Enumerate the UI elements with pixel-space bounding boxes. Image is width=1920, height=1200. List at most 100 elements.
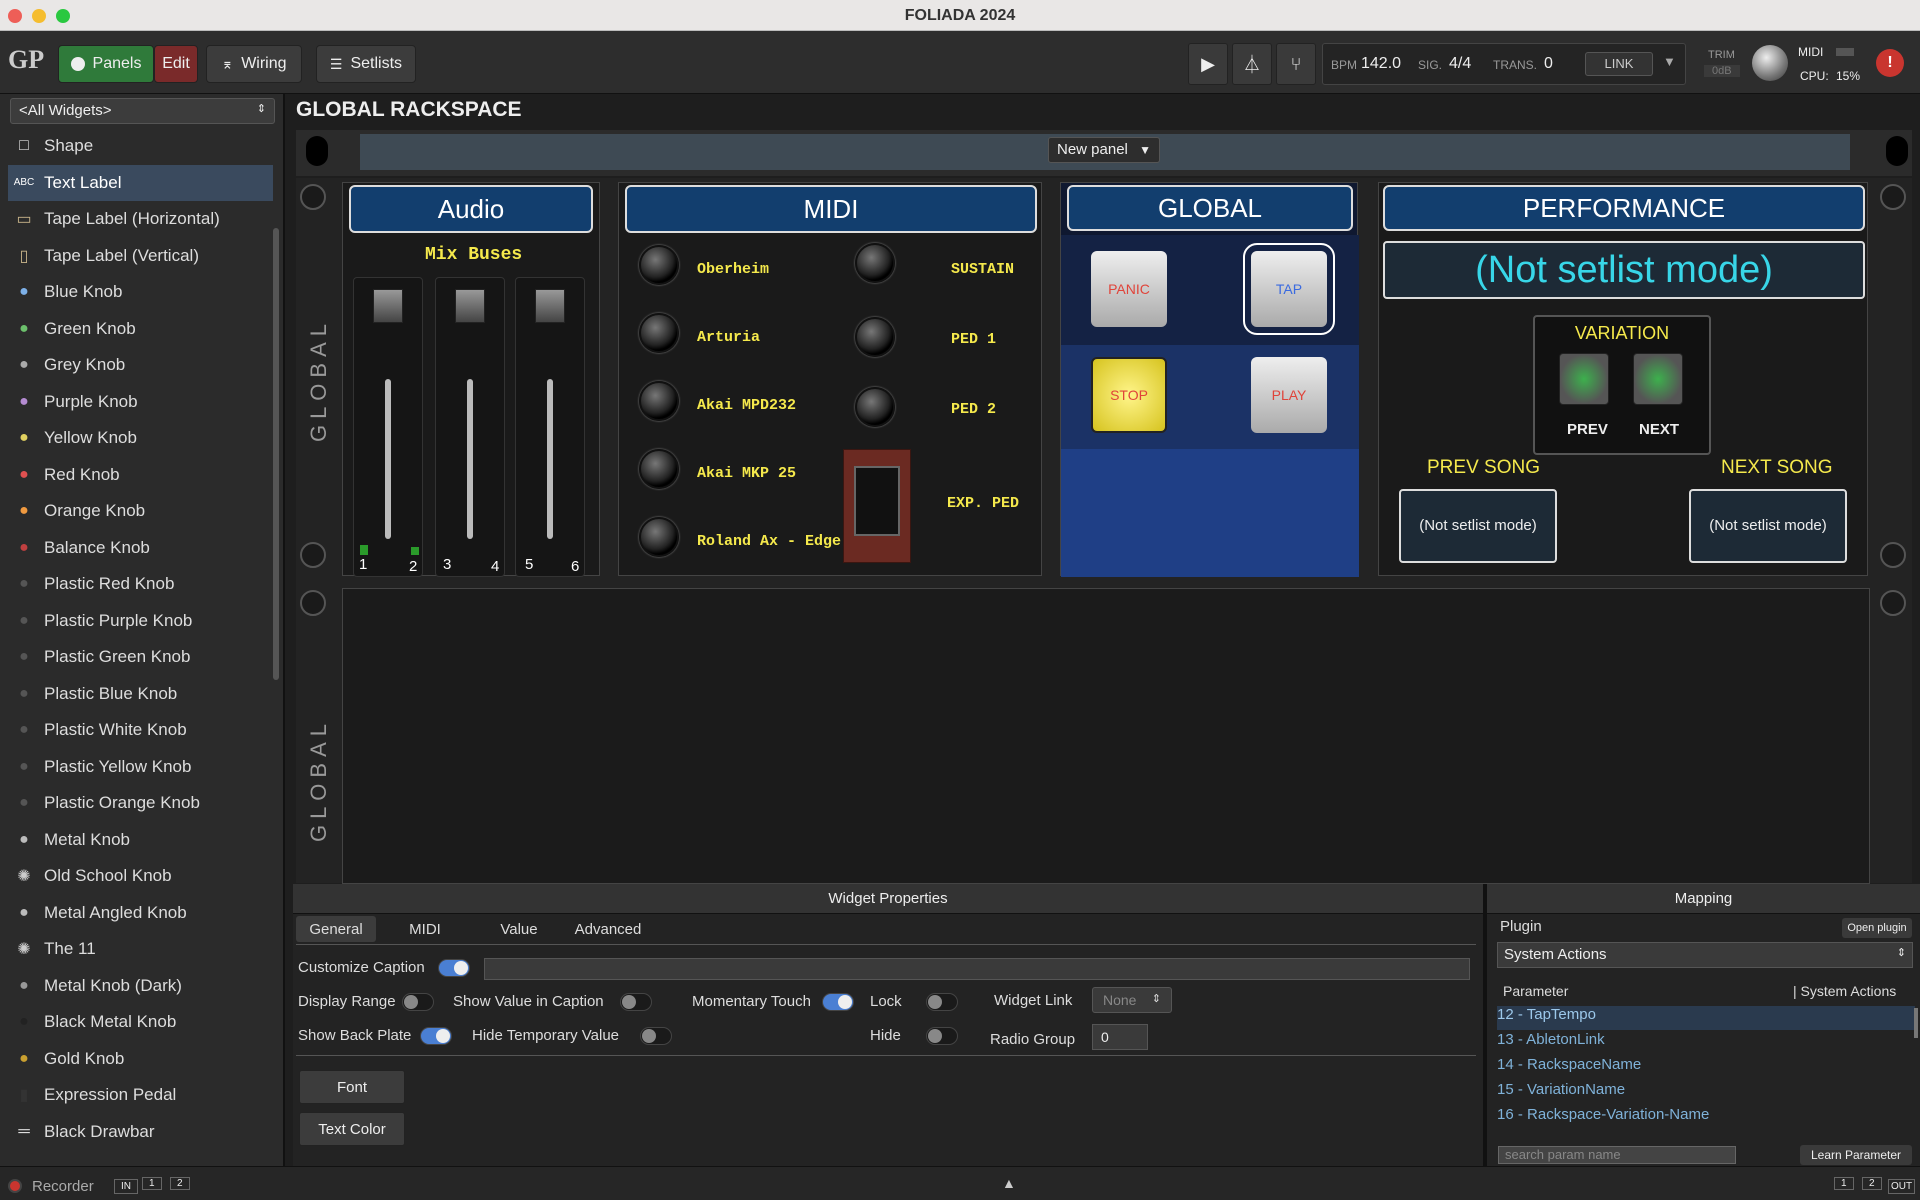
tab-value[interactable]: Value bbox=[484, 916, 554, 942]
learn-parameter-button[interactable]: Learn Parameter bbox=[1800, 1145, 1912, 1165]
next-variation-button[interactable] bbox=[1633, 353, 1683, 405]
display-range-toggle[interactable] bbox=[402, 993, 434, 1011]
expression-pedal[interactable] bbox=[843, 449, 911, 563]
panic-button[interactable]: PANIC bbox=[1091, 251, 1167, 327]
sidebar-widget-item[interactable]: ● Orange Knob bbox=[8, 493, 273, 529]
sidebar-widget-item[interactable]: ● Plastic Yellow Knob bbox=[8, 749, 273, 785]
midi-device-knob[interactable] bbox=[639, 517, 679, 557]
midi-device-knob[interactable] bbox=[639, 449, 679, 489]
sidebar-widget-item[interactable]: ● Green Knob bbox=[8, 311, 273, 347]
sidebar-widget-item[interactable]: ● Balance Knob bbox=[8, 530, 273, 566]
sidebar-widget-item[interactable]: ● Blue Knob bbox=[8, 274, 273, 310]
show-value-toggle[interactable] bbox=[620, 993, 652, 1011]
sidebar-widget-item[interactable]: ● Purple Knob bbox=[8, 384, 273, 420]
parameter-list-item[interactable]: 13 - AbletonLink bbox=[1497, 1031, 1915, 1055]
sidebar-widget-item[interactable]: ● Gold Knob bbox=[8, 1041, 273, 1077]
sidebar-widget-item[interactable]: ● Plastic White Knob bbox=[8, 712, 273, 748]
performance-title[interactable]: PERFORMANCE bbox=[1383, 185, 1865, 231]
setlists-button[interactable]: ☰ Setlists bbox=[316, 45, 416, 83]
level-meter bbox=[467, 379, 473, 539]
sidebar-widget-item[interactable]: ● Plastic Red Knob bbox=[8, 566, 273, 602]
play-button[interactable]: ▶ bbox=[1188, 43, 1228, 85]
edit-button[interactable]: Edit bbox=[154, 45, 198, 83]
prev-song-button[interactable]: (Not setlist mode) bbox=[1399, 489, 1557, 563]
metronome-button[interactable]: ⏃ bbox=[1232, 43, 1272, 85]
parameter-list-item[interactable]: 15 - VariationName bbox=[1497, 1081, 1915, 1105]
sidebar-widget-item[interactable]: ● Grey Knob bbox=[8, 347, 273, 383]
alert-button[interactable]: ! bbox=[1876, 49, 1904, 77]
midi-device-knob[interactable] bbox=[639, 313, 679, 353]
sidebar-widget-item[interactable]: ● Plastic Purple Knob bbox=[8, 603, 273, 639]
record-icon[interactable] bbox=[8, 1179, 22, 1193]
sidebar-widget-item[interactable]: ● Red Knob bbox=[8, 457, 273, 493]
midi-device-knob[interactable] bbox=[639, 245, 679, 285]
sidebar-widget-item[interactable]: ● Metal Knob bbox=[8, 822, 273, 858]
wiring-button[interactable]: ⌆ Wiring bbox=[206, 45, 302, 83]
midi-device-knob[interactable] bbox=[639, 381, 679, 421]
show-back-plate-toggle[interactable] bbox=[420, 1027, 452, 1045]
sidebar-widget-item[interactable]: ● Plastic Green Knob bbox=[8, 639, 273, 675]
widget-filter-select[interactable]: <All Widgets> ⇕ bbox=[10, 98, 275, 124]
stop-button[interactable]: STOP bbox=[1091, 357, 1167, 433]
sidebar-widget-item[interactable]: ● Black Metal Knob bbox=[8, 1004, 273, 1040]
momentary-touch-toggle[interactable] bbox=[822, 993, 854, 1011]
audio-title[interactable]: Audio bbox=[349, 185, 593, 233]
sidebar-widget-item[interactable]: ● Plastic Blue Knob bbox=[8, 676, 273, 712]
pedal-knob[interactable] bbox=[855, 387, 895, 427]
fader-cap[interactable] bbox=[373, 289, 403, 323]
expand-panel-icon[interactable]: ▲ bbox=[1002, 1175, 1016, 1191]
bpm-value[interactable]: 142.0 bbox=[1361, 55, 1401, 73]
caption-input[interactable] bbox=[484, 958, 1470, 980]
new-panel-dropdown[interactable]: New panel ▼ bbox=[1048, 137, 1160, 163]
sidebar-widget-item[interactable]: ▮ Expression Pedal bbox=[8, 1077, 273, 1113]
tuner-button[interactable]: ⑂ bbox=[1276, 43, 1316, 85]
sidebar-widget-item[interactable]: ● Yellow Knob bbox=[8, 420, 273, 456]
sidebar-widget-item[interactable]: ═ Black Drawbar bbox=[8, 1114, 273, 1150]
parameter-list-item[interactable]: 14 - RackspaceName bbox=[1497, 1056, 1915, 1080]
text-color-button[interactable]: Text Color bbox=[299, 1112, 405, 1146]
sidebar-widget-item[interactable]: ABC Text Label bbox=[8, 164, 273, 201]
pedal-knob[interactable] bbox=[855, 243, 895, 283]
prev-variation-button[interactable] bbox=[1559, 353, 1609, 405]
tab-midi[interactable]: MIDI bbox=[390, 916, 460, 942]
global-title[interactable]: GLOBAL bbox=[1067, 185, 1353, 231]
sidebar-widget-item[interactable]: ● Metal Angled Knob bbox=[8, 895, 273, 931]
parameter-list-item[interactable]: 12 - TapTempo bbox=[1497, 1006, 1915, 1030]
next-song-button[interactable]: (Not setlist mode) bbox=[1689, 489, 1847, 563]
fader-cap[interactable] bbox=[455, 289, 485, 323]
hide-temp-toggle[interactable] bbox=[640, 1027, 672, 1045]
sidebar-scrollbar[interactable] bbox=[273, 228, 279, 680]
plugin-select[interactable]: System Actions ⇕ bbox=[1497, 942, 1913, 968]
sidebar-widget-item[interactable]: ✺ The 11 bbox=[8, 931, 273, 967]
pedal-knob[interactable] bbox=[855, 317, 895, 357]
sidebar-widget-item[interactable]: ● Metal Knob (Dark) bbox=[8, 968, 273, 1004]
sidebar-widget-item[interactable]: ● Plastic Orange Knob bbox=[8, 785, 273, 821]
widget-link-select[interactable]: None ⇕ bbox=[1092, 987, 1172, 1013]
fader-cap[interactable] bbox=[535, 289, 565, 323]
sidebar-widget-item[interactable]: ▯ Tape Label (Vertical) bbox=[8, 238, 273, 274]
customize-caption-toggle[interactable] bbox=[438, 959, 470, 977]
recorder-label: Recorder bbox=[32, 1178, 94, 1195]
panels-button[interactable]: Panels bbox=[58, 45, 154, 83]
trim-knob[interactable] bbox=[1752, 45, 1788, 81]
font-button[interactable]: Font bbox=[299, 1070, 405, 1104]
play-control-button[interactable]: PLAY bbox=[1251, 357, 1327, 433]
tab-general[interactable]: General bbox=[296, 916, 376, 942]
signature-value[interactable]: 4/4 bbox=[1449, 55, 1471, 73]
parameter-scrollbar[interactable] bbox=[1914, 1008, 1918, 1038]
transpose-value[interactable]: 0 bbox=[1544, 55, 1553, 73]
parameter-list-item[interactable]: 16 - Rackspace-Variation-Name bbox=[1497, 1106, 1915, 1130]
sidebar-widget-item[interactable]: ✺ Old School Knob bbox=[8, 858, 273, 894]
sidebar-widget-item[interactable]: □ Shape bbox=[8, 128, 273, 164]
open-plugin-button[interactable]: Open plugin bbox=[1842, 918, 1912, 938]
sidebar-widget-item[interactable]: ▭ Tape Label (Horizontal) bbox=[8, 201, 273, 237]
link-dropdown-icon[interactable]: ▼ bbox=[1663, 54, 1676, 69]
radio-group-input[interactable]: 0 bbox=[1092, 1024, 1148, 1050]
tab-advanced[interactable]: Advanced bbox=[568, 916, 648, 942]
midi-title[interactable]: MIDI bbox=[625, 185, 1037, 233]
link-button[interactable]: LINK bbox=[1585, 52, 1653, 76]
updown-icon: ⇕ bbox=[1151, 993, 1161, 1005]
lock-toggle[interactable] bbox=[926, 993, 958, 1011]
tap-button[interactable]: TAP bbox=[1243, 243, 1335, 335]
hide-toggle[interactable] bbox=[926, 1027, 958, 1045]
